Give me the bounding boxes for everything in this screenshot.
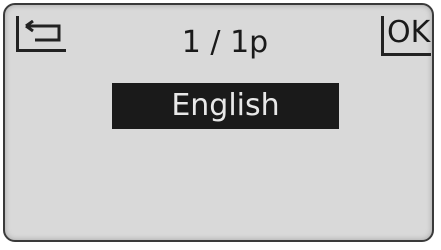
lcd-screen: 1 / 1p OK English: [3, 3, 434, 242]
language-option-english[interactable]: English: [112, 83, 339, 129]
back-button[interactable]: [16, 16, 66, 52]
ok-button[interactable]: OK: [381, 16, 431, 56]
page-indicator: 1 / 1p: [181, 25, 269, 60]
